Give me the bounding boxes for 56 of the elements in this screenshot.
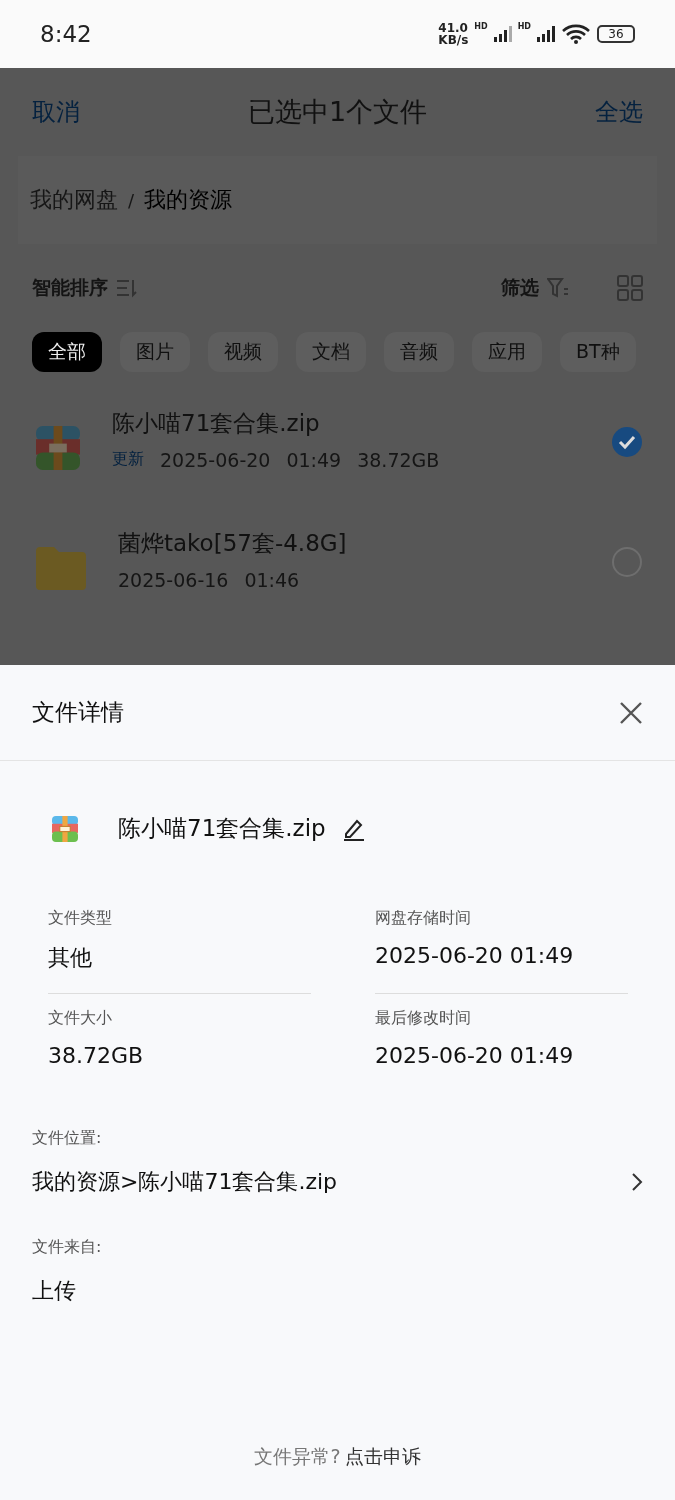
cancel-button[interactable]: 取消	[32, 96, 80, 128]
unchecked-circle-icon[interactable]	[611, 546, 643, 578]
file-time: 01:46	[244, 569, 300, 591]
sort-button[interactable]: 智能排序	[32, 275, 108, 301]
update-tag: 更新	[112, 449, 144, 471]
field-value: 2025-06-20 01:49	[375, 943, 575, 968]
file-name[interactable]: 菌烨tako[57套-4.8G]	[118, 528, 579, 559]
category-tab[interactable]: 音频	[384, 332, 454, 372]
field-value: 2025-06-20 01:49	[375, 1043, 575, 1068]
field-label: 文件类型	[48, 908, 113, 929]
chevron-right-icon[interactable]	[631, 1172, 643, 1192]
archive-icon	[52, 815, 78, 842]
archive-icon	[36, 426, 80, 470]
sheet-title: 文件详情	[32, 698, 124, 727]
category-tab[interactable]: 应用	[472, 332, 542, 372]
header-title: 已选中1个文件	[247, 95, 428, 129]
source-label: 文件来自:	[32, 1237, 103, 1258]
field-label: 最后修改时间	[375, 1008, 472, 1029]
file-time: 01:49	[286, 449, 342, 471]
category-tab[interactable]: BT种	[560, 332, 636, 372]
field-value: 38.72GB	[48, 1043, 145, 1068]
signal-icon	[493, 26, 512, 42]
clock: 8:42	[40, 21, 92, 47]
select-all-button[interactable]: 全选	[595, 96, 643, 128]
field-label: 文件大小	[48, 1008, 113, 1029]
breadcrumb-item[interactable]: 我的网盘	[30, 185, 118, 215]
signal-icon	[537, 26, 555, 42]
category-tab[interactable]: 图片	[120, 332, 190, 372]
close-icon[interactable]	[619, 700, 643, 725]
file-date: 2025-06-16	[118, 569, 229, 591]
hd-label: HD	[474, 22, 488, 31]
category-tab[interactable]: 文档	[296, 332, 366, 372]
network-speed: 41.0 KB/s	[438, 22, 469, 46]
file-size: 38.72GB	[357, 449, 440, 471]
field-value: 其他	[48, 944, 93, 972]
category-tab[interactable]: 视频	[208, 332, 278, 372]
filter-button[interactable]: 筛选	[501, 275, 539, 301]
file-name[interactable]: 陈小喵71套合集.zip	[112, 408, 579, 439]
category-tab[interactable]: 全部	[32, 332, 102, 372]
file-location[interactable]: 我的资源>陈小喵71套合集.zip	[32, 1167, 338, 1197]
file-source: 上传	[32, 1277, 77, 1305]
filter-icon	[547, 277, 569, 299]
field-label: 网盘存储时间	[375, 908, 472, 929]
folder-icon	[36, 546, 86, 590]
footer-question: 文件异常?	[254, 1444, 341, 1469]
location-label: 文件位置:	[32, 1128, 103, 1149]
file-date: 2025-06-20	[160, 449, 271, 471]
breadcrumb-separator: /	[128, 189, 135, 211]
sort-icon	[116, 278, 138, 298]
appeal-link[interactable]: 点击申诉	[344, 1444, 421, 1470]
breadcrumb-item[interactable]: 我的资源	[144, 185, 233, 215]
hd-label: HD	[517, 22, 531, 31]
battery-indicator: 36	[597, 25, 635, 43]
file-name: 陈小喵71套合集.zip	[118, 814, 326, 843]
checked-circle-icon[interactable]	[611, 426, 643, 458]
wifi-icon	[561, 23, 591, 45]
